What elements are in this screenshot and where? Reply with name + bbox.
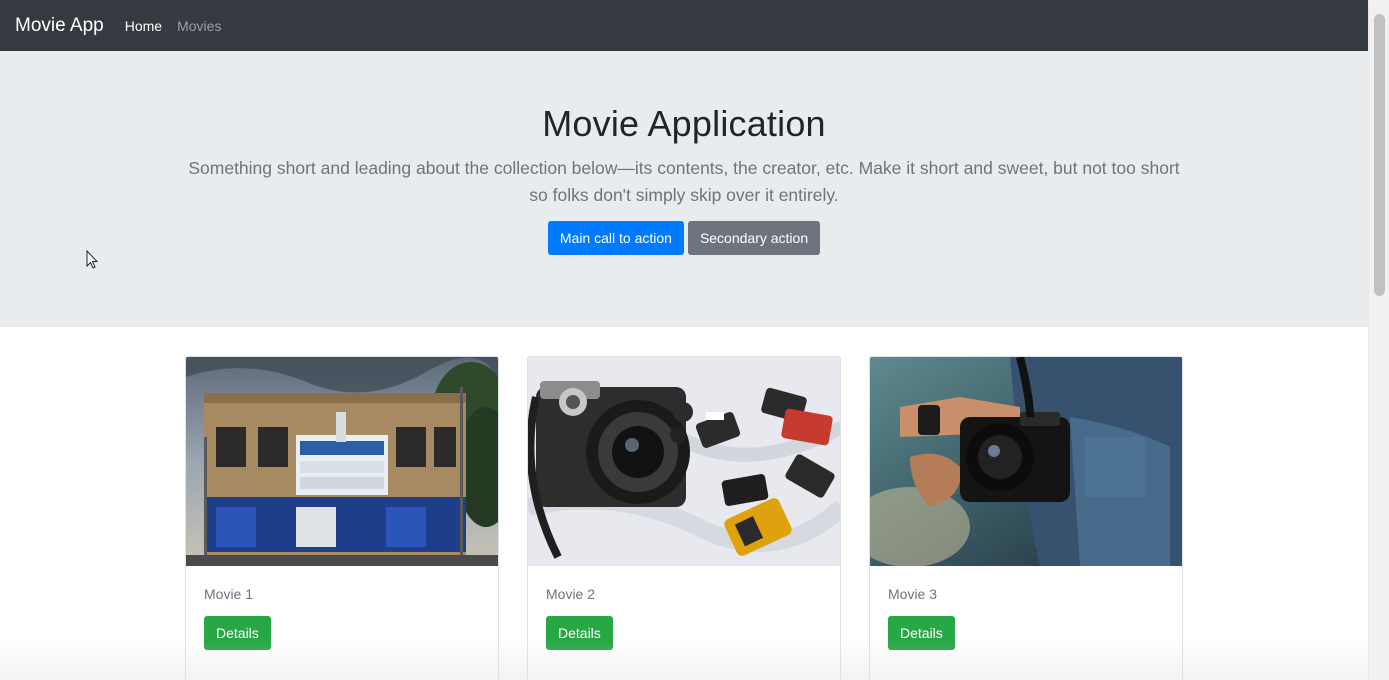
card-title: Movie 2 <box>546 586 596 602</box>
navbar: Movie App Home Movies <box>0 0 1368 51</box>
scrollbar-thumb[interactable] <box>1374 14 1385 296</box>
nav-link-movies[interactable]: Movies <box>177 18 221 34</box>
card-body: Movie 2 Details <box>528 566 840 670</box>
mouse-cursor-icon <box>86 250 99 269</box>
movie-card: Movie 3 Details <box>869 356 1183 680</box>
person-holding-camera-photo[interactable] <box>870 357 1182 566</box>
details-button[interactable]: Details <box>888 616 955 650</box>
hero-title: Movie Application <box>542 103 826 144</box>
theater-facade-photo[interactable] <box>186 357 498 566</box>
vertical-scrollbar[interactable] <box>1368 0 1389 680</box>
main-call-to-action-button[interactable]: Main call to action <box>547 221 684 255</box>
cameras-and-film-rolls-photo[interactable] <box>528 357 840 566</box>
movie-card: Movie 2 Details <box>527 356 841 680</box>
browser-viewport: Movie App Home Movies Movie Application … <box>0 0 1368 680</box>
card-title: Movie 1 <box>204 586 254 602</box>
hero-buttons: Main call to action Secondary action <box>0 221 1368 255</box>
movie-cards: Movie 1 Details Movie 2 Details Movie 3 … <box>185 356 1183 680</box>
details-button[interactable]: Details <box>204 616 271 650</box>
secondary-action-button[interactable]: Secondary action <box>687 221 821 255</box>
card-body: Movie 3 Details <box>870 566 1182 670</box>
card-body: Movie 1 Details <box>186 566 498 670</box>
card-title: Movie 3 <box>888 586 938 602</box>
navbar-brand[interactable]: Movie App <box>15 15 104 37</box>
movie-card: Movie 1 Details <box>185 356 499 680</box>
nav-link-home[interactable]: Home <box>125 18 162 34</box>
details-button[interactable]: Details <box>546 616 613 650</box>
hero-lead-text: Something short and leading about the co… <box>188 158 1180 205</box>
hero-section: Movie Application Something short and le… <box>0 51 1368 327</box>
